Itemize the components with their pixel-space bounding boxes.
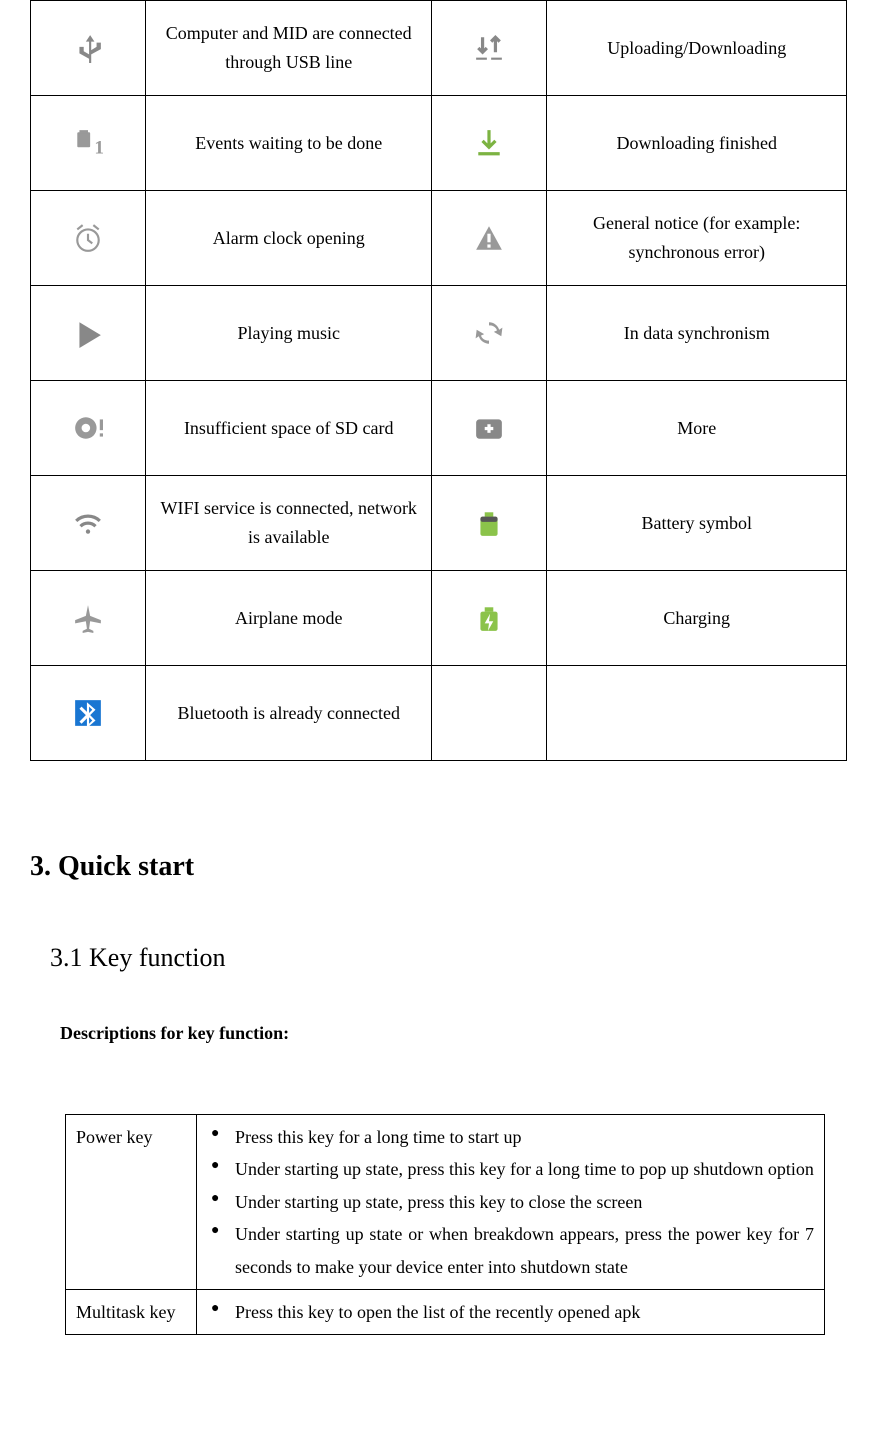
charging-icon bbox=[432, 571, 547, 666]
bluetooth-icon bbox=[31, 666, 146, 761]
icon-desc: Uploading/Downloading bbox=[547, 1, 847, 96]
key-bullet: Under starting up state, press this key … bbox=[207, 1153, 814, 1185]
icon-table-row: Playing music In data synchronism bbox=[31, 286, 847, 381]
icon-desc: WIFI service is connected, network is av… bbox=[146, 476, 432, 571]
download-finished-icon bbox=[432, 96, 547, 191]
icon-table-row: Airplane mode Charging bbox=[31, 571, 847, 666]
key-bullet: Under starting up state, press this key … bbox=[207, 1186, 814, 1218]
airplane-icon bbox=[31, 571, 146, 666]
icon-desc bbox=[547, 666, 847, 761]
icon-desc: Alarm clock opening bbox=[146, 191, 432, 286]
key-bullet: Under starting up state or when breakdow… bbox=[207, 1218, 814, 1283]
icon-table-row: WIFI service is connected, network is av… bbox=[31, 476, 847, 571]
events-icon bbox=[31, 96, 146, 191]
icon-desc: Airplane mode bbox=[146, 571, 432, 666]
sd-insufficient-icon bbox=[31, 381, 146, 476]
key-desc-cell: Press this key for a long time to start … bbox=[197, 1115, 825, 1290]
key-table-row: Power key Press this key for a long time … bbox=[66, 1115, 825, 1290]
icon-desc: More bbox=[547, 381, 847, 476]
key-name-cell: Multitask key bbox=[66, 1289, 197, 1334]
icon-desc: Charging bbox=[547, 571, 847, 666]
icon-table-row: Computer and MID are connected through U… bbox=[31, 1, 847, 96]
key-function-table: Power key Press this key for a long time … bbox=[65, 1114, 825, 1335]
icon-table-row: Bluetooth is already connected bbox=[31, 666, 847, 761]
section-3-title: 3. Quick start bbox=[30, 851, 847, 883]
key-desc-cell: Press this key to open the list of the r… bbox=[197, 1289, 825, 1334]
icon-table-row: Events waiting to be done Downloading fin… bbox=[31, 96, 847, 191]
upload-download-icon bbox=[432, 1, 547, 96]
key-bullet: Press this key for a long time to start … bbox=[207, 1121, 814, 1153]
status-icon-table: Computer and MID are connected through U… bbox=[30, 0, 847, 761]
play-icon bbox=[31, 286, 146, 381]
empty-cell bbox=[432, 666, 547, 761]
battery-icon bbox=[432, 476, 547, 571]
usb-icon bbox=[31, 1, 146, 96]
key-table-row: Multitask key Press this key to open the … bbox=[66, 1289, 825, 1334]
key-bullet: Press this key to open the list of the r… bbox=[207, 1296, 814, 1328]
icon-desc: General notice (for example: synchronous… bbox=[547, 191, 847, 286]
sync-icon bbox=[432, 286, 547, 381]
icon-desc: Playing music bbox=[146, 286, 432, 381]
wifi-icon bbox=[31, 476, 146, 571]
more-icon bbox=[432, 381, 547, 476]
icon-desc: Events waiting to be done bbox=[146, 96, 432, 191]
warning-icon bbox=[432, 191, 547, 286]
icon-desc: Insufficient space of SD card bbox=[146, 381, 432, 476]
icon-desc: Battery symbol bbox=[547, 476, 847, 571]
alarm-icon bbox=[31, 191, 146, 286]
icon-desc: Downloading finished bbox=[547, 96, 847, 191]
icon-desc: Bluetooth is already connected bbox=[146, 666, 432, 761]
key-function-desc-heading: Descriptions for key function: bbox=[60, 1023, 847, 1044]
key-name-cell: Power key bbox=[66, 1115, 197, 1290]
icon-table-row: Alarm clock opening General notice (for e… bbox=[31, 191, 847, 286]
icon-table-row: Insufficient space of SD card More bbox=[31, 381, 847, 476]
subsection-3-1-title: 3.1 Key function bbox=[50, 943, 847, 973]
icon-desc: Computer and MID are connected through U… bbox=[146, 1, 432, 96]
icon-desc: In data synchronism bbox=[547, 286, 847, 381]
